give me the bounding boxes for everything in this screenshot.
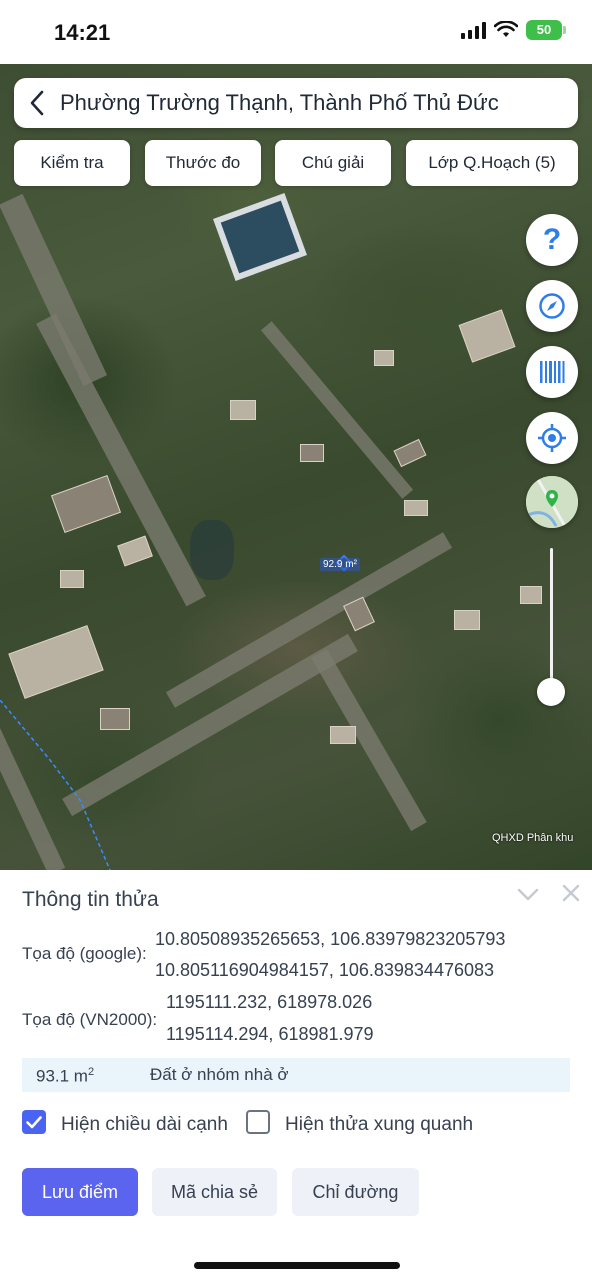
parcel-area-value: 93.1 m2 xyxy=(36,1066,95,1086)
google-coords-label: Tọa độ (google): xyxy=(22,944,147,963)
compass-button[interactable] xyxy=(526,280,578,332)
back-icon[interactable] xyxy=(14,78,60,128)
map-building xyxy=(404,500,428,516)
wifi-icon xyxy=(494,21,518,37)
map-building xyxy=(454,610,480,630)
show-neighbors-label[interactable]: Hiện thửa xung quanh xyxy=(285,1114,473,1136)
map-layer-button[interactable] xyxy=(526,476,578,528)
google-coord-1: 10.80508935265653, 106.83979823205793 xyxy=(155,929,506,949)
help-button[interactable]: ? xyxy=(526,214,578,266)
status-icons: 50 xyxy=(461,20,566,40)
map-layer-icon xyxy=(526,476,578,528)
map-building xyxy=(458,309,516,363)
question-icon: ? xyxy=(542,223,562,256)
location-title: Phường Trường Thạnh, Thành Phố Thủ Đức xyxy=(60,90,499,115)
show-edge-length-label[interactable]: Hiện chiều dài cạnh xyxy=(61,1114,228,1136)
map-building xyxy=(60,570,84,588)
save-point-button[interactable]: Lưu điểm xyxy=(22,1168,138,1216)
tab-chu-giai[interactable]: Chú giải xyxy=(275,140,391,186)
zoom-slider-thumb[interactable] xyxy=(537,678,565,706)
location-header[interactable]: Phường Trường Thạnh, Thành Phố Thủ Đức xyxy=(14,78,578,128)
parcel-area-row: 93.1 m2 Đất ở nhóm nhà ở xyxy=(22,1058,570,1092)
map-building xyxy=(330,726,356,744)
map-road xyxy=(36,313,206,607)
directions-button[interactable]: Chỉ đường xyxy=(292,1168,419,1216)
locate-icon xyxy=(538,424,566,452)
google-coord-2: 10.805116904984157, 106.839834476083 xyxy=(155,960,495,980)
barcode-button[interactable] xyxy=(526,346,578,398)
map-building xyxy=(300,444,324,462)
map-view[interactable]: 92.9 m² QHXD Phân khu xyxy=(0,0,592,870)
map-road xyxy=(260,321,414,499)
vn2000-coord-2: 1195114.294, 618981.979 xyxy=(166,1024,374,1044)
compass-icon xyxy=(539,293,565,319)
map-road xyxy=(311,648,427,832)
check-icon xyxy=(26,1116,42,1129)
cellular-signal-icon xyxy=(461,21,486,39)
show-neighbors-checkbox[interactable] xyxy=(246,1110,270,1134)
map-building xyxy=(8,625,104,699)
panel-title: Thông tin thửa xyxy=(22,888,159,911)
map-building xyxy=(117,535,153,567)
status-time: 14:21 xyxy=(54,20,111,45)
parcel-info-panel: Thông tin thửa Tọa độ (google): 10.80508… xyxy=(0,870,592,1280)
map-building xyxy=(374,350,394,366)
map-building xyxy=(230,400,256,420)
battery-icon: 50 xyxy=(526,20,566,40)
land-type: Đất ở nhóm nhà ở xyxy=(150,1065,289,1084)
tab-kiem-tra[interactable]: Kiểm tra xyxy=(14,140,130,186)
home-indicator[interactable] xyxy=(194,1262,400,1269)
locate-button[interactable] xyxy=(526,412,578,464)
close-icon[interactable] xyxy=(560,882,582,904)
parcel-area-label: 92.9 m² xyxy=(320,558,360,571)
zoom-slider-track[interactable] xyxy=(550,548,553,694)
map-building-pool xyxy=(213,192,307,282)
map-building xyxy=(393,438,427,468)
map-attribution: QHXD Phân khu xyxy=(492,832,574,844)
vn2000-coords-label: Tọa độ (VN2000): xyxy=(22,1010,158,1029)
map-building xyxy=(50,474,122,534)
map-building xyxy=(520,586,542,604)
map-pond xyxy=(190,520,234,580)
chevron-down-icon[interactable] xyxy=(516,884,540,904)
share-code-button[interactable]: Mã chia sẻ xyxy=(152,1168,277,1216)
tab-lop-quy-hoach[interactable]: Lớp Q.Hoạch (5) xyxy=(406,140,578,186)
show-edge-length-checkbox[interactable] xyxy=(22,1110,46,1134)
barcode-icon xyxy=(540,361,565,383)
tab-thuoc-do[interactable]: Thước đo xyxy=(145,140,261,186)
boundary-line xyxy=(0,700,111,870)
status-bar: 14:21 50 xyxy=(0,0,592,64)
vn2000-coord-1: 1195111.232, 618978.026 xyxy=(166,992,373,1012)
